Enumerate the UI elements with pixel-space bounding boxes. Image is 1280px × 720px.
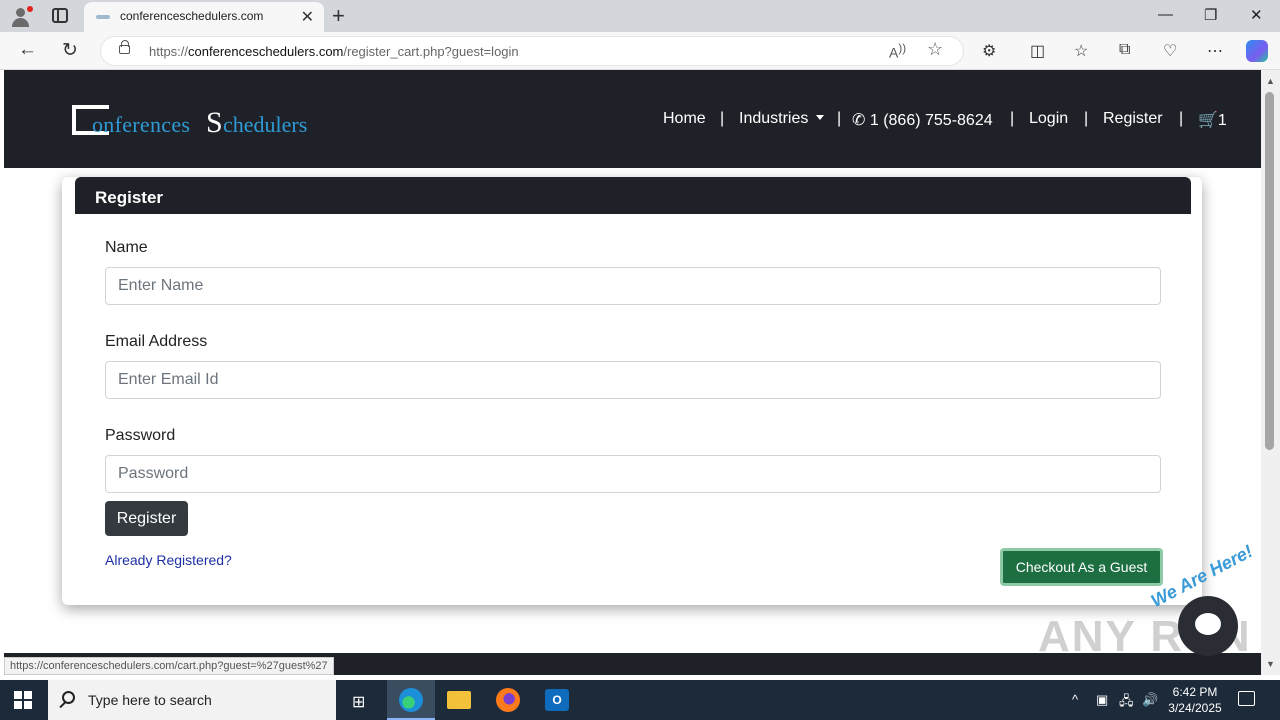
logo-text-schedulers: chedulers	[223, 112, 308, 137]
clock-time: 6:42 PM	[1172, 685, 1218, 699]
cart-icon: 🛒	[1198, 112, 1218, 129]
nav-phone[interactable]: ✆ 1 (866) 755-8624	[852, 110, 993, 130]
extensions-icon[interactable]: ⚙	[982, 41, 996, 61]
page-scrollbar[interactable]: ▲ ▼	[1261, 70, 1280, 675]
edge-icon	[399, 688, 423, 712]
collections-icon[interactable]: ⧉	[1119, 41, 1130, 59]
name-label: Name	[105, 239, 148, 256]
site-header: onferences S chedulers Home | Industries…	[4, 70, 1261, 168]
address-bar[interactable]: https://conferenceschedulers.com/registe…	[100, 36, 964, 66]
register-card: Register Name Email Address Password Reg…	[62, 177, 1202, 605]
web-page: onferences S chedulers Home | Industries…	[4, 70, 1261, 675]
scroll-up-icon[interactable]: ▲	[1266, 76, 1275, 86]
scroll-down-icon[interactable]: ▼	[1266, 659, 1275, 669]
read-aloud-icon[interactable]: A))	[889, 42, 906, 61]
folder-icon	[447, 691, 471, 709]
taskbar-search-placeholder: Type here to search	[88, 692, 212, 708]
nav-industries[interactable]: Industries	[739, 110, 825, 128]
close-tab-icon[interactable]: ✕	[301, 7, 314, 27]
volume-icon[interactable]: 🔊	[1142, 692, 1158, 708]
scrollbar-thumb[interactable]	[1265, 92, 1274, 450]
register-card-header: Register	[75, 177, 1191, 214]
taskbar-search[interactable]: Type here to search	[48, 680, 336, 720]
tab-title: conferenceschedulers.com	[120, 9, 264, 23]
lock-icon[interactable]	[119, 40, 130, 54]
tab-actions-icon[interactable]	[52, 8, 68, 23]
performance-icon[interactable]: ♡	[1163, 41, 1177, 61]
browser-toolbar: ← ↻ https://conferenceschedulers.com/reg…	[0, 32, 1280, 70]
more-menu-icon[interactable]: ⋯	[1207, 41, 1223, 61]
refresh-icon[interactable]: ↻	[62, 39, 78, 62]
tray-chevron-up-icon[interactable]: ^	[1072, 692, 1078, 707]
clock-date: 3/24/2025	[1168, 701, 1222, 715]
chat-bubble-icon[interactable]	[1178, 596, 1238, 656]
tray-device-icon[interactable]: ▣	[1096, 692, 1108, 708]
nav-register[interactable]: Register	[1103, 110, 1163, 128]
firefox-icon	[496, 688, 520, 712]
new-tab-icon[interactable]: +	[332, 3, 345, 29]
windows-taskbar: Type here to search ⊞ O ^ ▣ 🖧 🔊 6:42 PM …	[0, 680, 1280, 720]
logo-letter-s: S	[206, 106, 223, 139]
url-text[interactable]: https://conferenceschedulers.com/registe…	[149, 44, 519, 59]
chevron-down-icon	[816, 115, 825, 120]
taskbar-edge[interactable]	[387, 680, 435, 720]
profile-icon[interactable]	[10, 6, 33, 28]
logo-text-conferences: onferences	[92, 112, 191, 137]
taskbar-file-explorer[interactable]	[435, 680, 483, 720]
task-view-icon[interactable]: ⊞	[352, 692, 365, 712]
email-input[interactable]	[105, 361, 1161, 399]
nav-cart[interactable]: 🛒1	[1198, 110, 1227, 130]
already-registered-link[interactable]: Already Registered?	[105, 552, 232, 568]
status-bar-url: https://conferenceschedulers.com/cart.ph…	[4, 657, 334, 675]
taskbar-outlook[interactable]: O	[533, 680, 581, 720]
split-screen-icon[interactable]: ◫	[1030, 41, 1045, 61]
notification-icon[interactable]	[1238, 691, 1255, 706]
nav-login[interactable]: Login	[1029, 110, 1068, 128]
password-label: Password	[105, 427, 176, 444]
copilot-icon[interactable]	[1246, 40, 1268, 62]
nav-home[interactable]: Home	[663, 110, 706, 128]
windows-start-icon[interactable]	[14, 691, 32, 709]
close-window-icon[interactable]: ✕	[1250, 6, 1263, 24]
taskbar-clock[interactable]: 6:42 PM 3/24/2025	[1166, 684, 1224, 716]
minimize-icon[interactable]: —	[1158, 6, 1173, 23]
name-input[interactable]	[105, 267, 1161, 305]
favorite-star-icon[interactable]: ☆	[927, 39, 943, 60]
checkout-as-guest-button[interactable]: Checkout As a Guest	[1000, 548, 1163, 586]
phone-icon: ✆	[852, 112, 866, 129]
password-input[interactable]	[105, 455, 1161, 493]
register-heading: Register	[95, 188, 164, 207]
network-icon[interactable]: 🖧	[1119, 692, 1134, 714]
restore-icon[interactable]: ❐	[1204, 6, 1217, 24]
cart-count: 1	[1217, 112, 1227, 129]
email-label: Email Address	[105, 333, 208, 350]
search-icon	[62, 691, 75, 704]
favicon-icon	[96, 15, 110, 19]
back-icon[interactable]: ←	[18, 39, 37, 61]
browser-tab[interactable]: conferenceschedulers.com ✕	[84, 2, 324, 32]
taskbar-firefox[interactable]	[484, 680, 532, 720]
register-button[interactable]: Register	[105, 501, 188, 536]
outlook-icon: O	[545, 689, 569, 711]
browser-tab-strip: conferenceschedulers.com ✕ + — ❐ ✕	[0, 0, 1280, 32]
favorites-icon[interactable]: ☆	[1074, 41, 1088, 61]
